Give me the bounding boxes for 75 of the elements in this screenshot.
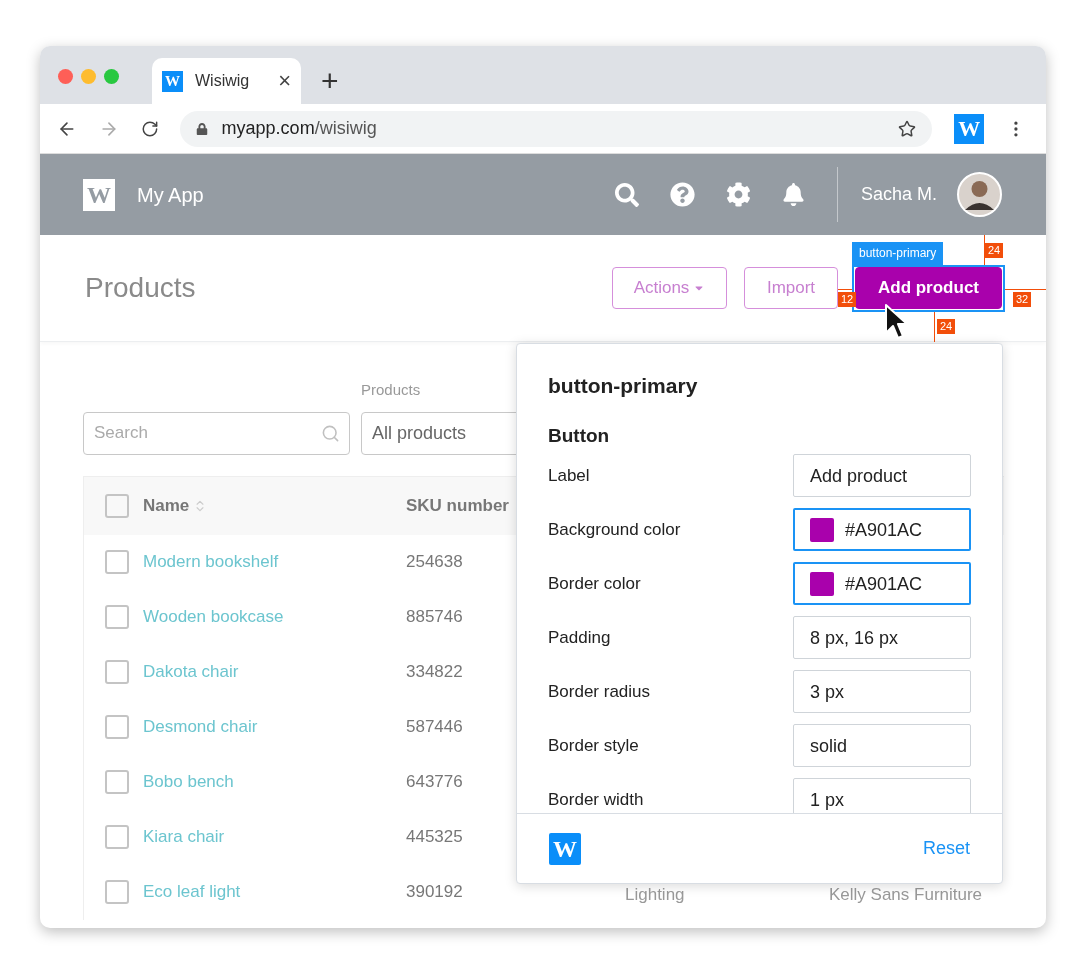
row-checkbox[interactable] — [105, 605, 129, 629]
table-cell-text: 643776 — [406, 771, 463, 794]
table-cell-text: 445325 — [406, 826, 463, 849]
leader-line — [934, 312, 935, 342]
page-title: Products — [85, 271, 196, 305]
favicon: W — [162, 70, 183, 92]
avatar[interactable] — [957, 172, 1002, 217]
search-icon — [321, 423, 340, 443]
spacing-badge: 24 — [985, 243, 1004, 258]
minimize-window-icon[interactable] — [81, 68, 96, 84]
table-cell-text: Kelly Sans Furniture — [829, 884, 984, 907]
select-all-checkbox[interactable] — [105, 493, 129, 518]
leader-line — [984, 235, 985, 265]
table-cell-text: 334822 — [406, 661, 463, 684]
property-field[interactable]: 8 px, 16 px — [793, 616, 971, 659]
property-field[interactable]: 3 px — [793, 670, 971, 713]
color-value: #A901AC — [845, 519, 923, 540]
table-cell-text: 885746 — [406, 606, 463, 629]
spacing-badge: 32 — [1013, 292, 1032, 307]
property-label: Padding — [548, 627, 611, 648]
color-swatch[interactable] — [810, 517, 834, 542]
property-label: Background color — [548, 519, 681, 540]
reset-link[interactable]: Reset — [922, 835, 970, 862]
reload-icon[interactable] — [140, 119, 159, 138]
property-field[interactable]: Add product — [793, 454, 971, 497]
bell-icon[interactable] — [781, 183, 805, 206]
property-field[interactable]: 1 px — [793, 778, 971, 813]
app-name: My App — [137, 182, 204, 208]
add-button[interactable]: Add product — [855, 267, 1002, 309]
extension-icon: W — [954, 113, 985, 144]
row-checkbox[interactable] — [105, 880, 129, 904]
property-label: Label — [548, 465, 590, 486]
star-icon[interactable] — [898, 119, 917, 138]
search-icon[interactable] — [614, 182, 639, 207]
user-name: Sacha M. — [860, 183, 937, 206]
row-checkbox[interactable] — [105, 660, 129, 684]
new-tab-button[interactable]: + — [321, 66, 339, 96]
close-tab-button[interactable]: × — [278, 70, 291, 92]
panel-title: button-primary — [548, 373, 699, 399]
property-label: Border width — [548, 789, 644, 810]
property-label: Border radius — [548, 681, 651, 702]
component-tag: button-primary — [852, 242, 944, 265]
leader-line — [838, 289, 852, 290]
table-cell-text: 390192 — [406, 881, 463, 904]
search-field[interactable]: Search — [83, 411, 350, 455]
brand-logo: W — [549, 832, 581, 865]
row-checkbox[interactable] — [105, 770, 129, 794]
close-window-icon[interactable] — [58, 68, 73, 84]
app-logo: W — [83, 178, 115, 211]
maximize-window-icon[interactable] — [104, 68, 119, 84]
color-value: #A901AC — [845, 573, 923, 594]
property-label: Border style — [548, 735, 639, 756]
spacing-badge: 24 — [937, 319, 956, 334]
color-field[interactable]: #A901AC — [793, 508, 971, 551]
column-header[interactable]: SKU number — [406, 492, 509, 519]
tab-title: Wisiwig — [195, 71, 250, 91]
url-text: myapp.com/wisiwig — [221, 117, 377, 140]
column-header[interactable]: Name — [143, 492, 190, 519]
lock-icon — [195, 122, 208, 135]
url-field[interactable]: myapp.com/wisiwig — [179, 110, 933, 147]
table-cell-text: 587446 — [406, 716, 463, 739]
property-field[interactable]: solid — [793, 724, 971, 767]
spacing-badge: 12 — [838, 292, 857, 307]
help-icon[interactable] — [669, 182, 695, 207]
table-cell-text: 254638 — [406, 551, 463, 574]
leader-line — [1005, 289, 1046, 290]
table-cell-text: Lighting — [625, 884, 686, 907]
color-field[interactable]: #A901AC — [793, 562, 971, 605]
browser-tab[interactable]: W Wisiwig × — [152, 58, 301, 104]
row-checkbox[interactable] — [105, 550, 129, 574]
color-swatch[interactable] — [810, 571, 834, 596]
settings-icon[interactable] — [725, 182, 751, 207]
row-checkbox[interactable] — [105, 825, 129, 849]
row-checkbox[interactable] — [105, 715, 129, 739]
property-label: Border color — [548, 573, 641, 594]
